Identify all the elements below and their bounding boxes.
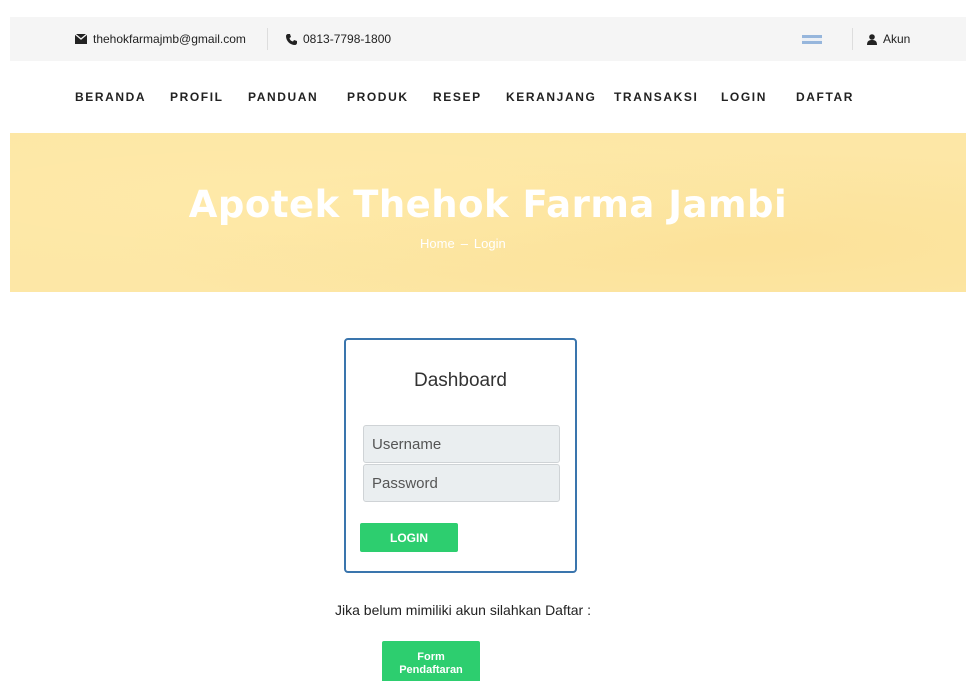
password-input[interactable] [363,464,560,502]
registration-form-button[interactable]: Form Pendaftaran [382,641,480,681]
hero-banner: Apotek Thehok Farma Jambi Home – Login [10,133,966,292]
account-label: Akun [883,32,911,46]
divider [852,28,853,50]
registration-button-line2: Pendaftaran [399,663,463,676]
nav-login[interactable]: LOGIN [721,62,767,132]
flag-icon [802,34,822,44]
phone-icon [286,33,297,45]
envelope-icon [75,34,87,44]
email-text: thehokfarmajmb@gmail.com [93,32,246,46]
breadcrumb-current: Login [473,236,506,251]
account-link[interactable]: Akun [867,17,910,61]
nav-produk[interactable]: PRODUK [347,62,409,132]
user-icon [867,33,877,45]
phone-text: 0813-7798-1800 [303,32,392,46]
divider [267,28,268,50]
email-contact[interactable]: thehokfarmajmb@gmail.com [75,17,246,61]
breadcrumb-separator: – [460,236,468,251]
register-prompt: Jika belum mimiliki akun silahkan Daftar… [335,602,591,618]
language-selector[interactable] [802,17,822,61]
login-button[interactable]: LOGIN [360,523,458,552]
phone-contact[interactable]: 0813-7798-1800 [286,17,391,61]
top-contact-bar: thehokfarmajmb@gmail.com 0813-7798-1800 … [10,17,966,61]
username-input[interactable] [363,425,560,463]
nav-profil[interactable]: PROFIL [170,62,224,132]
breadcrumb: Home – Login [420,236,506,251]
login-panel-title: Dashboard [414,370,507,391]
main-nav: BERANDA PROFIL PANDUAN PRODUK RESEP KERA… [0,62,966,132]
nav-transaksi[interactable]: TRANSAKSI [614,62,698,132]
nav-beranda[interactable]: BERANDA [75,62,146,132]
nav-resep[interactable]: RESEP [433,62,482,132]
nav-daftar[interactable]: DAFTAR [796,62,854,132]
nav-panduan[interactable]: PANDUAN [248,62,318,132]
page-title: Apotek Thehok Farma Jambi [188,183,788,226]
login-panel: Dashboard LOGIN [344,338,577,573]
registration-button-line1: Form [417,650,445,663]
breadcrumb-home[interactable]: Home [420,236,455,251]
nav-keranjang[interactable]: KERANJANG [506,62,596,132]
